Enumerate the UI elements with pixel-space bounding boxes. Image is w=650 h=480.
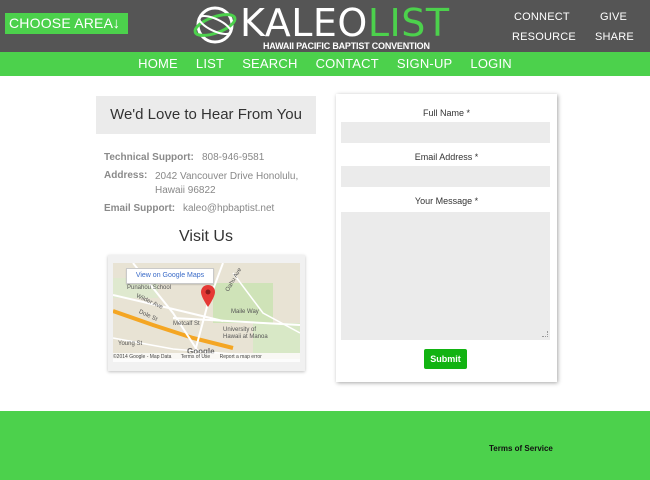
address-label: Address:	[104, 170, 148, 181]
submit-button[interactable]: Submit	[424, 349, 467, 369]
tech-support-label: Technical Support:	[104, 152, 194, 163]
message-label: Your Message *	[414, 196, 479, 206]
google-map[interactable]: View on Google Maps Punahou School Wilde…	[113, 263, 300, 359]
share-link[interactable]: SHARE	[595, 31, 634, 43]
nav-search[interactable]: SEARCH	[233, 52, 306, 76]
resize-grip-icon[interactable]	[542, 331, 548, 337]
choose-area-label: CHOOSE AREA	[9, 15, 114, 31]
logo-main-text: KALEO	[240, 1, 368, 45]
map-footer: ©2014 Google - Map Data Terms of Use Rep…	[113, 353, 300, 362]
main-nav: HOME LIST SEARCH CONTACT SIGN-UP LOGIN	[0, 52, 650, 76]
map-label-punahou: Punahou School	[127, 285, 172, 291]
logo-accent-text: LIST	[367, 1, 450, 45]
contact-form: Full Name * Email Address * Your Message…	[336, 94, 557, 382]
visit-us-heading: Visit Us	[179, 228, 233, 245]
nav-sign-up[interactable]: SIGN-UP	[388, 52, 462, 76]
view-on-google-maps-button[interactable]: View on Google Maps	[126, 268, 214, 284]
map-label-maile: Maile Way	[231, 309, 259, 315]
full-name-label: Full Name *	[422, 108, 470, 118]
map-label-university: University of	[223, 327, 257, 333]
nav-list[interactable]: LIST	[187, 52, 233, 76]
site-logo[interactable]: KALEOLIST HAWAII PACIFIC BAPTIST CONVENT…	[190, 1, 465, 52]
map-report-link[interactable]: Report a map error	[220, 354, 262, 360]
choose-area-button[interactable]: CHOOSE AREA ↓	[5, 13, 128, 34]
email-support-label: Email Support:	[104, 203, 176, 214]
arrow-down-icon: ↓	[112, 15, 121, 32]
tech-support-row: Technical Support: 808-946-9581	[104, 152, 264, 163]
email-support-row: Email Support: kaleo@hpbaptist.net	[104, 203, 274, 214]
nav-contact[interactable]: CONTACT	[307, 52, 388, 76]
message-textarea[interactable]	[341, 212, 550, 340]
logo-subtitle: HAWAII PACIFIC BAPTIST CONVENTION	[263, 41, 430, 51]
contact-heading: We'd Love to Hear From You	[96, 96, 316, 134]
map-terms-link[interactable]: Terms of Use	[181, 354, 210, 360]
nav-login[interactable]: LOGIN	[461, 52, 520, 76]
globe-orbit-icon	[193, 6, 237, 44]
resource-link[interactable]: RESOURCE	[512, 31, 576, 43]
top-header: CHOOSE AREA ↓ KALEOLIST HAWAII PACIFIC B…	[0, 0, 650, 52]
map-copyright: ©2014 Google - Map Data	[113, 354, 172, 360]
email-support-value: kaleo@hpbaptist.net	[183, 203, 275, 214]
address-value: 2042 Vancouver Drive Honolulu, Hawaii 96…	[155, 171, 299, 196]
page-footer: Terms of Service	[0, 411, 650, 480]
email-address-input[interactable]	[341, 166, 550, 187]
give-link[interactable]: GIVE	[600, 11, 627, 23]
full-name-input[interactable]	[341, 122, 550, 143]
map-label-metcalf: Metcalf St	[173, 321, 200, 327]
map-pin-icon[interactable]	[201, 285, 215, 307]
terms-of-service-link[interactable]: Terms of Service	[489, 444, 553, 453]
map-label-manoa: Hawaii at Manoa	[223, 334, 268, 340]
email-address-label: Email Address *	[414, 152, 479, 162]
connect-link[interactable]: CONNECT	[514, 11, 570, 23]
address-row: Address: 2042 Vancouver Drive Honolulu, …	[104, 170, 298, 196]
logo-wordmark: KALEOLIST	[240, 1, 450, 45]
map-label-young: Young St	[118, 341, 143, 347]
nav-home[interactable]: HOME	[129, 52, 187, 76]
tech-support-phone: 808-946-9581	[202, 152, 265, 163]
map-card: View on Google Maps Punahou School Wilde…	[108, 255, 305, 371]
